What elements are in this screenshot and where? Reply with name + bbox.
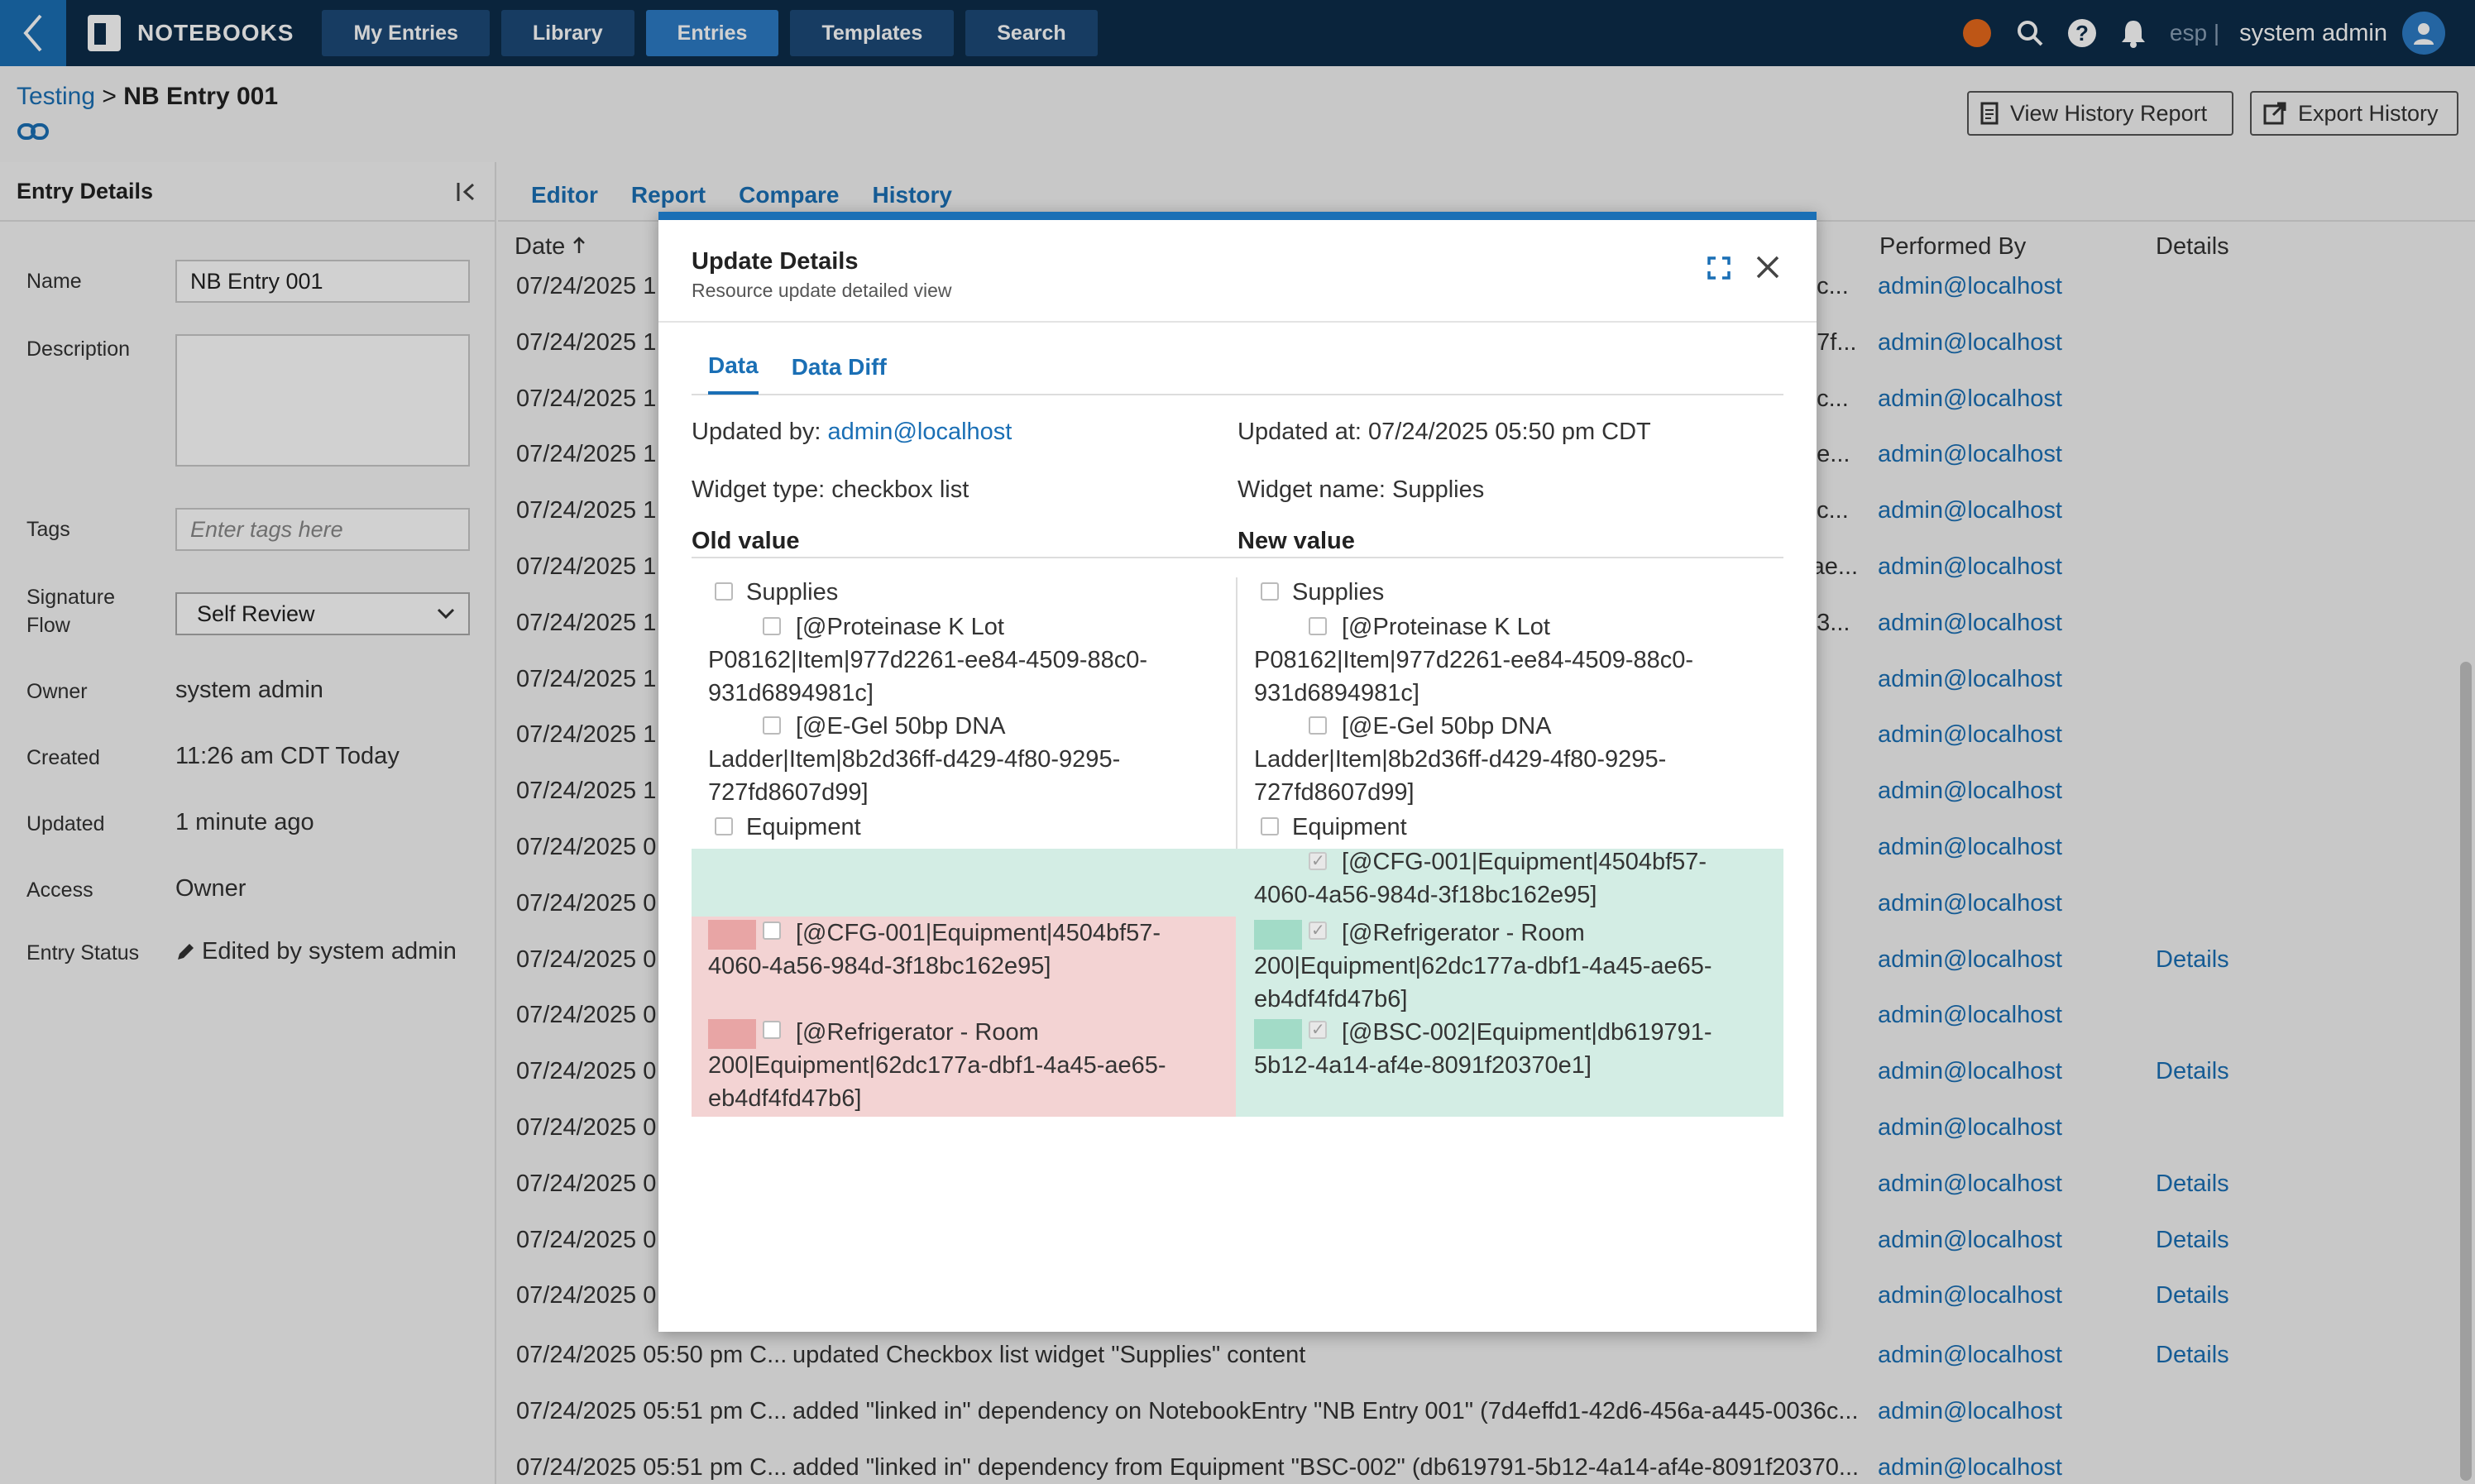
item-cfg-new-2: 4060-4a56-984d-3f18bc162e95] xyxy=(1254,882,1597,908)
modal-header-divider xyxy=(658,321,1817,323)
added-marker xyxy=(1254,1019,1302,1049)
item-supplies-old: Supplies xyxy=(746,579,839,606)
item-proteinase-old-2: P08162|Item|977d2261-ee84-4509-88c0- xyxy=(708,647,1148,673)
item-proteinase-new-3: 931d6894981c] xyxy=(1254,680,1419,706)
item-cfg-old-1: [@CFG-001|Equipment|4504bf57- xyxy=(796,920,1161,946)
checkbox-proteinase-new[interactable] xyxy=(1309,617,1327,635)
update-details-modal: Update Details Resource update detailed … xyxy=(658,212,1817,1332)
added-band-old-side xyxy=(692,849,1236,917)
column-divider xyxy=(1236,577,1238,850)
checkbox-supplies-old[interactable] xyxy=(715,582,733,601)
new-value-header: New value xyxy=(1238,528,1783,558)
removed-marker xyxy=(708,1019,756,1049)
checkbox-egel-new[interactable] xyxy=(1309,716,1327,735)
item-proteinase-new-2: P08162|Item|977d2261-ee84-4509-88c0- xyxy=(1254,647,1694,673)
item-equipment-old: Equipment xyxy=(746,814,861,840)
modal-title: Update Details xyxy=(692,248,859,275)
item-cfg-old-2: 4060-4a56-984d-3f18bc162e95] xyxy=(708,953,1051,979)
checkbox-egel-old[interactable] xyxy=(763,716,781,735)
tab-data-diff[interactable]: Data Diff xyxy=(792,340,887,395)
widget-name: Widget name: Supplies xyxy=(1238,476,1485,503)
checkbox-refrigerator-old[interactable] xyxy=(763,1021,781,1039)
checkbox-proteinase-old[interactable] xyxy=(763,617,781,635)
item-egel-old-3: 727fd8607d99] xyxy=(708,779,869,806)
item-refrigerator-new-1: [@Refrigerator - Room xyxy=(1342,920,1585,946)
tab-data[interactable]: Data xyxy=(708,340,759,395)
updated-by-link[interactable]: admin@localhost xyxy=(827,419,1012,445)
checkbox-cfg-new[interactable] xyxy=(1309,850,1327,871)
updated-at: Updated at: 07/24/2025 05:50 pm CDT xyxy=(1238,419,1651,445)
item-egel-old-1: [@E-Gel 50bp DNA xyxy=(796,713,1006,740)
item-refrigerator-old-3: eb4df4fd47b6] xyxy=(708,1085,862,1112)
item-proteinase-old-1: [@Proteinase K Lot xyxy=(796,614,1004,640)
checkbox-refrigerator-new[interactable] xyxy=(1309,920,1327,941)
widget-type: Widget type: checkbox list xyxy=(692,476,969,503)
modal-tabs: Data Data Diff xyxy=(692,341,1783,395)
old-value-header: Old value xyxy=(692,528,1238,558)
item-supplies-new: Supplies xyxy=(1292,579,1385,606)
checkbox-equipment-new[interactable] xyxy=(1261,817,1279,835)
item-egel-new-2: Ladder|Item|8b2d36ff-d429-4f80-9295- xyxy=(1254,746,1667,773)
item-egel-new-1: [@E-Gel 50bp DNA xyxy=(1342,713,1552,740)
item-refrigerator-old-1: [@Refrigerator - Room xyxy=(796,1019,1039,1046)
item-egel-old-2: Ladder|Item|8b2d36ff-d429-4f80-9295- xyxy=(708,746,1121,773)
item-proteinase-new-1: [@Proteinase K Lot xyxy=(1342,614,1550,640)
checkbox-supplies-new[interactable] xyxy=(1261,582,1279,601)
added-marker xyxy=(1254,920,1302,950)
item-bsc-new-1: [@BSC-002|Equipment|db619791- xyxy=(1342,1019,1712,1046)
item-bsc-new-2: 5b12-4a14-af4e-8091f20370e1] xyxy=(1254,1052,1592,1079)
item-refrigerator-new-2: 200|Equipment|62dc177a-dbf1-4a45-ae65- xyxy=(1254,953,1712,979)
checkbox-bsc-new[interactable] xyxy=(1309,1019,1327,1040)
updated-by-label: Updated by: xyxy=(692,419,821,445)
checkbox-cfg-old[interactable] xyxy=(763,922,781,940)
modal-subtitle: Resource update detailed view xyxy=(692,280,952,301)
close-icon[interactable] xyxy=(1755,255,1780,280)
checkbox-equipment-old[interactable] xyxy=(715,817,733,835)
removed-marker xyxy=(708,920,756,950)
item-proteinase-old-3: 931d6894981c] xyxy=(708,680,874,706)
updated-by: Updated by: admin@localhost xyxy=(692,419,1012,446)
item-equipment-new: Equipment xyxy=(1292,814,1407,840)
item-refrigerator-new-3: eb4df4fd47b6] xyxy=(1254,986,1408,1012)
item-cfg-new-1: [@CFG-001|Equipment|4504bf57- xyxy=(1342,849,1707,875)
item-refrigerator-old-2: 200|Equipment|62dc177a-dbf1-4a45-ae65- xyxy=(708,1052,1166,1079)
item-egel-new-3: 727fd8607d99] xyxy=(1254,779,1415,806)
expand-icon[interactable] xyxy=(1707,256,1731,280)
